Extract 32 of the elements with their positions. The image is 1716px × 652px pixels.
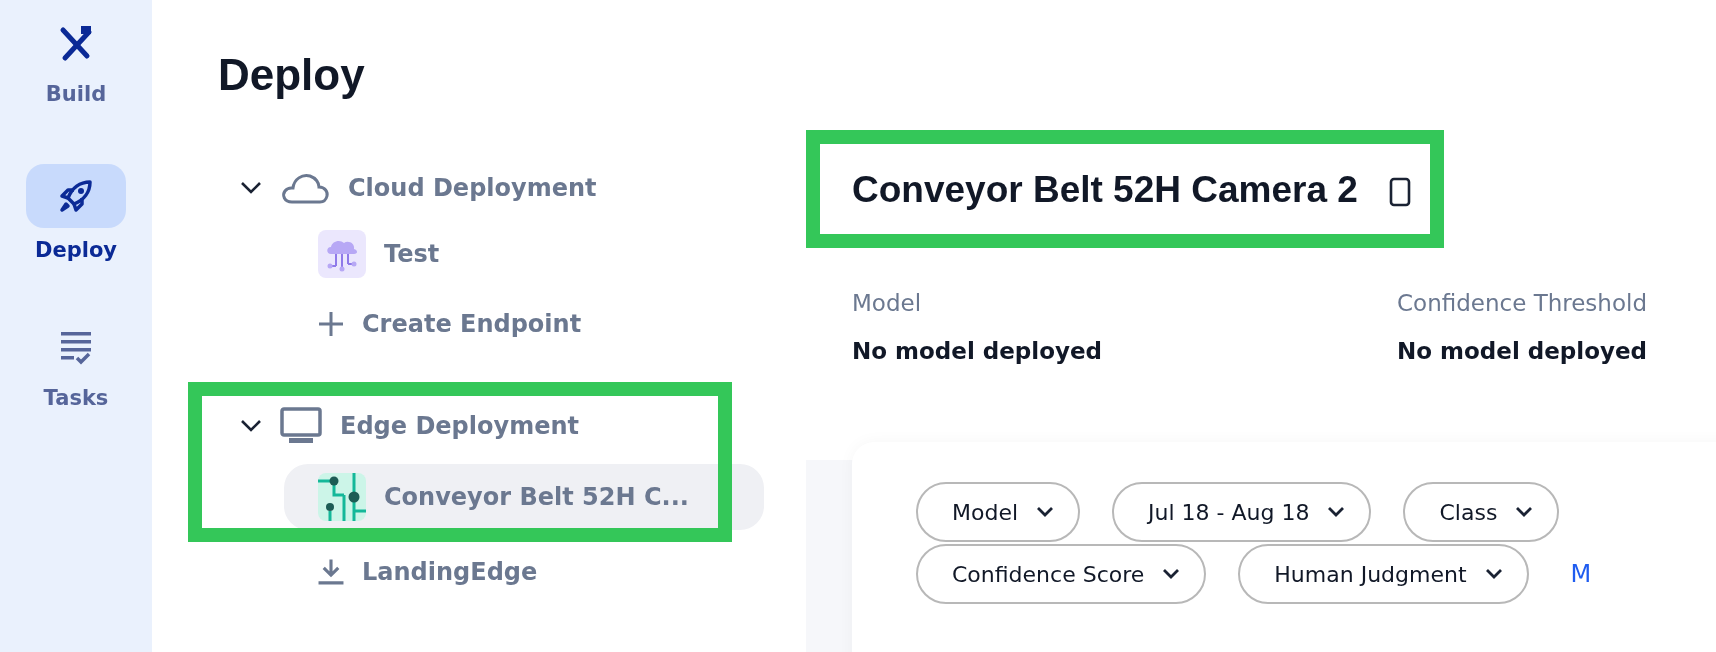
tree-item[interactable]: LandingEdge	[284, 544, 764, 600]
chevron-icon	[1036, 506, 1055, 518]
nav-item[interactable]: Build	[26, 16, 126, 106]
circuit-icon	[318, 473, 366, 521]
filter-dropdown[interactable]: Class	[1403, 482, 1560, 542]
plus-icon	[318, 311, 344, 337]
page-title: Deploy	[218, 50, 366, 100]
field-value: No model deployed	[1397, 338, 1649, 364]
filter-dropdown[interactable]: Human Judgment	[1238, 544, 1529, 604]
tree-item[interactable]: Create Endpoint	[284, 296, 764, 352]
endpoint-title: Conveyor Belt 52H Camera 2	[852, 169, 1358, 211]
filter-dropdown[interactable]: Model	[916, 482, 1081, 542]
cloud-network-icon	[318, 230, 366, 278]
download-icon	[318, 559, 344, 585]
monitor-icon	[280, 407, 322, 445]
nav-item[interactable]: Tasks	[26, 320, 126, 410]
cloud-icon	[280, 171, 330, 205]
tasks-icon	[59, 330, 93, 366]
more-link[interactable]: M	[1570, 560, 1592, 588]
field-label: Confidence Threshold	[1397, 290, 1648, 316]
filter-dropdown[interactable]: Jul 18 - Aug 18	[1112, 482, 1372, 542]
chevron-icon	[1515, 506, 1534, 518]
chevron-icon	[1484, 568, 1503, 580]
tree-group[interactable]: Cloud Deployment	[240, 164, 806, 212]
filter-dropdown[interactable]: Confidence Score	[916, 544, 1207, 604]
chevron-icon	[1162, 568, 1181, 580]
chevron-icon	[1327, 506, 1346, 518]
tree-item[interactable]: Conveyor Belt 52H C...	[284, 464, 764, 530]
field-label: Model	[852, 290, 923, 316]
tree-item[interactable]: Test	[284, 226, 764, 282]
field-value: No model deployed	[852, 338, 1104, 364]
tree-group[interactable]: Edge Deployment	[240, 402, 806, 450]
